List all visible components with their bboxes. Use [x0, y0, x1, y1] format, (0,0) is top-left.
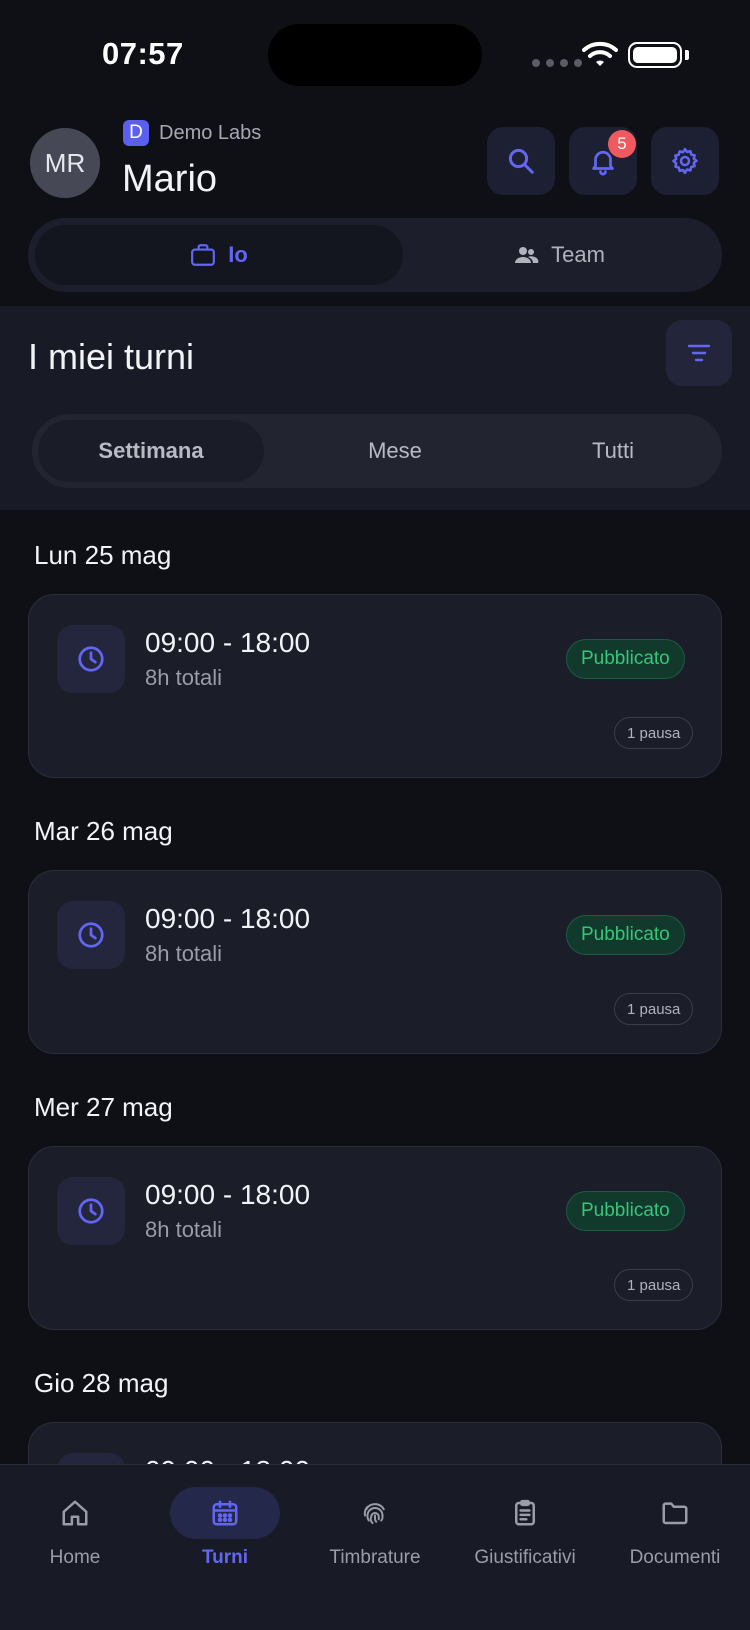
day-label: Mer 27 mag	[34, 1092, 173, 1122]
page-title: I miei turni	[28, 336, 195, 377]
user-name: Mario	[122, 158, 218, 200]
shift-time: 09:00 - 18:00	[145, 627, 311, 658]
nav-home[interactable]: Home	[20, 1465, 130, 1585]
view-switch: Io Team	[28, 218, 722, 292]
clipboard-icon	[515, 1499, 535, 1526]
clock-icon-box	[57, 1177, 125, 1245]
users-icon	[515, 247, 539, 263]
battery-tip	[685, 50, 689, 60]
folder-icon	[662, 1502, 688, 1525]
shift-card[interactable]: 09:00 - 18:00 8h totali Pubblicato 1 pau…	[28, 1146, 722, 1330]
tab-team[interactable]: Team	[403, 225, 715, 285]
tab-all[interactable]: Tutti	[510, 420, 716, 482]
tab-me-label: Io	[228, 242, 248, 267]
shift-total: 8h totali	[145, 665, 223, 690]
nav-documents-label: Documenti	[629, 1547, 721, 1568]
wifi-icon	[582, 41, 618, 66]
gear-icon	[672, 147, 698, 175]
app-screen: 07:57 MR D Demo Labs Mario 5 Io Team I m…	[0, 0, 750, 1630]
status-bar: 07:57	[0, 0, 750, 110]
fingerprint-icon	[363, 1503, 385, 1524]
nav-justifications[interactable]: Giustificativi	[470, 1465, 580, 1585]
filter-icon	[687, 344, 711, 362]
shift-time: 09:00 - 18:00	[145, 903, 311, 934]
org-badge: D	[123, 120, 149, 146]
nav-shifts-label: Turni	[201, 1547, 249, 1568]
day-label: Lun 25 mag	[34, 540, 172, 570]
nav-shifts[interactable]: Turni	[170, 1465, 280, 1585]
cellular-signal-icon	[532, 59, 582, 67]
avatar[interactable]: MR	[30, 128, 100, 198]
pause-badge: 1 pausa	[614, 993, 694, 1025]
home-icon	[62, 1500, 88, 1526]
settings-button[interactable]	[651, 127, 719, 195]
bottom-navigation: Home Turni Timbrature Giustificativi Doc…	[0, 1464, 750, 1630]
shift-card[interactable]: 09:00 - 18:00 8h totali Pubblicato 1 pau…	[28, 594, 722, 778]
nav-time-tracking[interactable]: Timbrature	[320, 1465, 430, 1585]
clock-icon-box	[57, 625, 125, 693]
battery-icon	[628, 42, 682, 68]
shift-time: 09:00 - 18:00	[145, 1179, 311, 1210]
nav-documents[interactable]: Documenti	[620, 1465, 730, 1585]
shift-total: 8h totali	[145, 941, 223, 966]
org-switcher[interactable]: D Demo Labs	[123, 120, 261, 146]
tab-team-label: Team	[551, 242, 605, 267]
clock-icon	[78, 646, 104, 672]
day-label: Mar 26 mag	[34, 816, 173, 846]
pause-badge: 1 pausa	[614, 717, 694, 749]
clock-icon	[78, 922, 104, 948]
shift-total: 8h totali	[145, 1217, 223, 1242]
dynamic-island	[268, 24, 482, 86]
filter-button[interactable]	[666, 320, 732, 386]
status-badge: Pubblicato	[566, 1191, 685, 1231]
search-icon	[508, 148, 534, 174]
tab-week[interactable]: Settimana	[38, 420, 264, 482]
nav-justifications-label: Giustificativi	[474, 1547, 576, 1568]
status-time: 07:57	[102, 36, 184, 71]
clock-icon-box	[57, 901, 125, 969]
nav-home-label: Home	[49, 1547, 101, 1568]
briefcase-icon	[191, 244, 216, 266]
notification-count-badge: 5	[608, 130, 636, 158]
shift-card[interactable]: 09:00 - 18:00 8h totali Pubblicato 1 pau…	[28, 870, 722, 1054]
tab-month[interactable]: Mese	[284, 420, 506, 482]
search-button[interactable]	[487, 127, 555, 195]
nav-time-tracking-label: Timbrature	[329, 1547, 421, 1568]
status-badge: Pubblicato	[566, 915, 685, 955]
clock-icon	[78, 1198, 104, 1224]
day-label: Gio 28 mag	[34, 1368, 169, 1398]
tab-me[interactable]: Io	[35, 225, 403, 285]
status-badge: Pubblicato	[566, 639, 685, 679]
org-name: Demo Labs	[159, 121, 262, 144]
period-switch: Settimana Mese Tutti	[32, 414, 722, 488]
pause-badge: 1 pausa	[614, 1269, 694, 1301]
calendar-icon	[212, 1500, 238, 1526]
